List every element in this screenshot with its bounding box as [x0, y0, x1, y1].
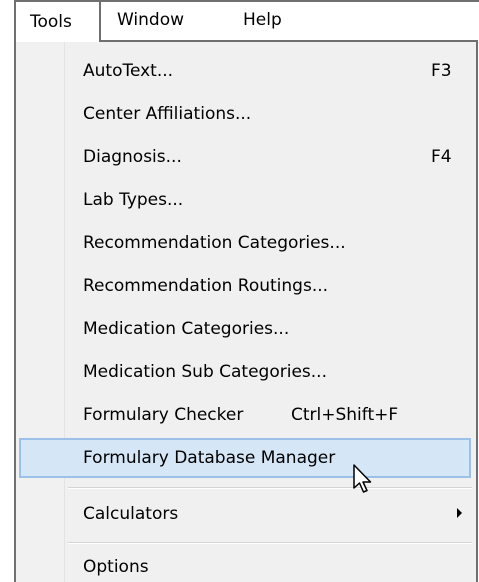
tools-dropdown-menu: AutoText... F3 Center Affiliations... Di… — [14, 40, 478, 582]
menu-separator — [68, 542, 472, 544]
app-window: Tools Window Help AutoText... F3 Center … — [0, 0, 479, 582]
menu-item-options[interactable]: Options — [19, 547, 471, 582]
menu-tools[interactable]: Tools — [14, 0, 101, 42]
menu-item-recommendation-routings[interactable]: Recommendation Routings... — [19, 266, 471, 306]
menu-item-recommendation-categories[interactable]: Recommendation Categories... — [19, 223, 471, 263]
menu-item-label: Diagnosis... — [83, 147, 182, 167]
menu-item-label: Calculators — [83, 504, 179, 524]
menu-item-shortcut: F3 — [431, 61, 452, 81]
menu-item-calculators[interactable]: Calculators — [19, 494, 471, 534]
menu-item-label: Center Affiliations... — [83, 104, 252, 124]
menu-item-label: AutoText... — [83, 61, 174, 81]
menu-item-shortcut: F4 — [431, 147, 452, 167]
menu-item-label: Formulary Checker — [83, 405, 244, 425]
menu-item-diagnosis[interactable]: Diagnosis... F4 — [19, 137, 471, 177]
chevron-right-icon — [457, 508, 462, 518]
menu-item-label: Options — [83, 557, 149, 577]
menu-item-label: Medication Sub Categories... — [83, 362, 327, 382]
menu-item-medication-categories[interactable]: Medication Categories... — [19, 309, 471, 349]
menu-item-label: Recommendation Routings... — [83, 276, 329, 296]
menu-item-formulary-database-manager[interactable]: Formulary Database Manager — [19, 438, 471, 478]
menu-separator — [68, 487, 472, 489]
menu-bar: Tools Window Help — [0, 0, 479, 42]
menu-window[interactable]: Window — [117, 0, 184, 40]
mouse-pointer-icon — [353, 464, 372, 493]
menu-item-label: Lab Types... — [83, 190, 184, 210]
menu-item-lab-types[interactable]: Lab Types... — [19, 180, 471, 220]
menu-item-formulary-checker[interactable]: Formulary Checker Ctrl+Shift+F — [19, 395, 471, 435]
menu-item-shortcut: Ctrl+Shift+F — [291, 405, 399, 425]
menu-help[interactable]: Help — [243, 0, 282, 40]
menu-item-label: Medication Categories... — [83, 319, 290, 339]
menu-item-label: Formulary Database Manager — [83, 448, 336, 468]
menu-item-autotext[interactable]: AutoText... F3 — [19, 51, 471, 91]
menu-item-label: Recommendation Categories... — [83, 233, 346, 253]
menu-item-center-affiliations[interactable]: Center Affiliations... — [19, 94, 471, 134]
menu-item-medication-sub-categories[interactable]: Medication Sub Categories... — [19, 352, 471, 392]
